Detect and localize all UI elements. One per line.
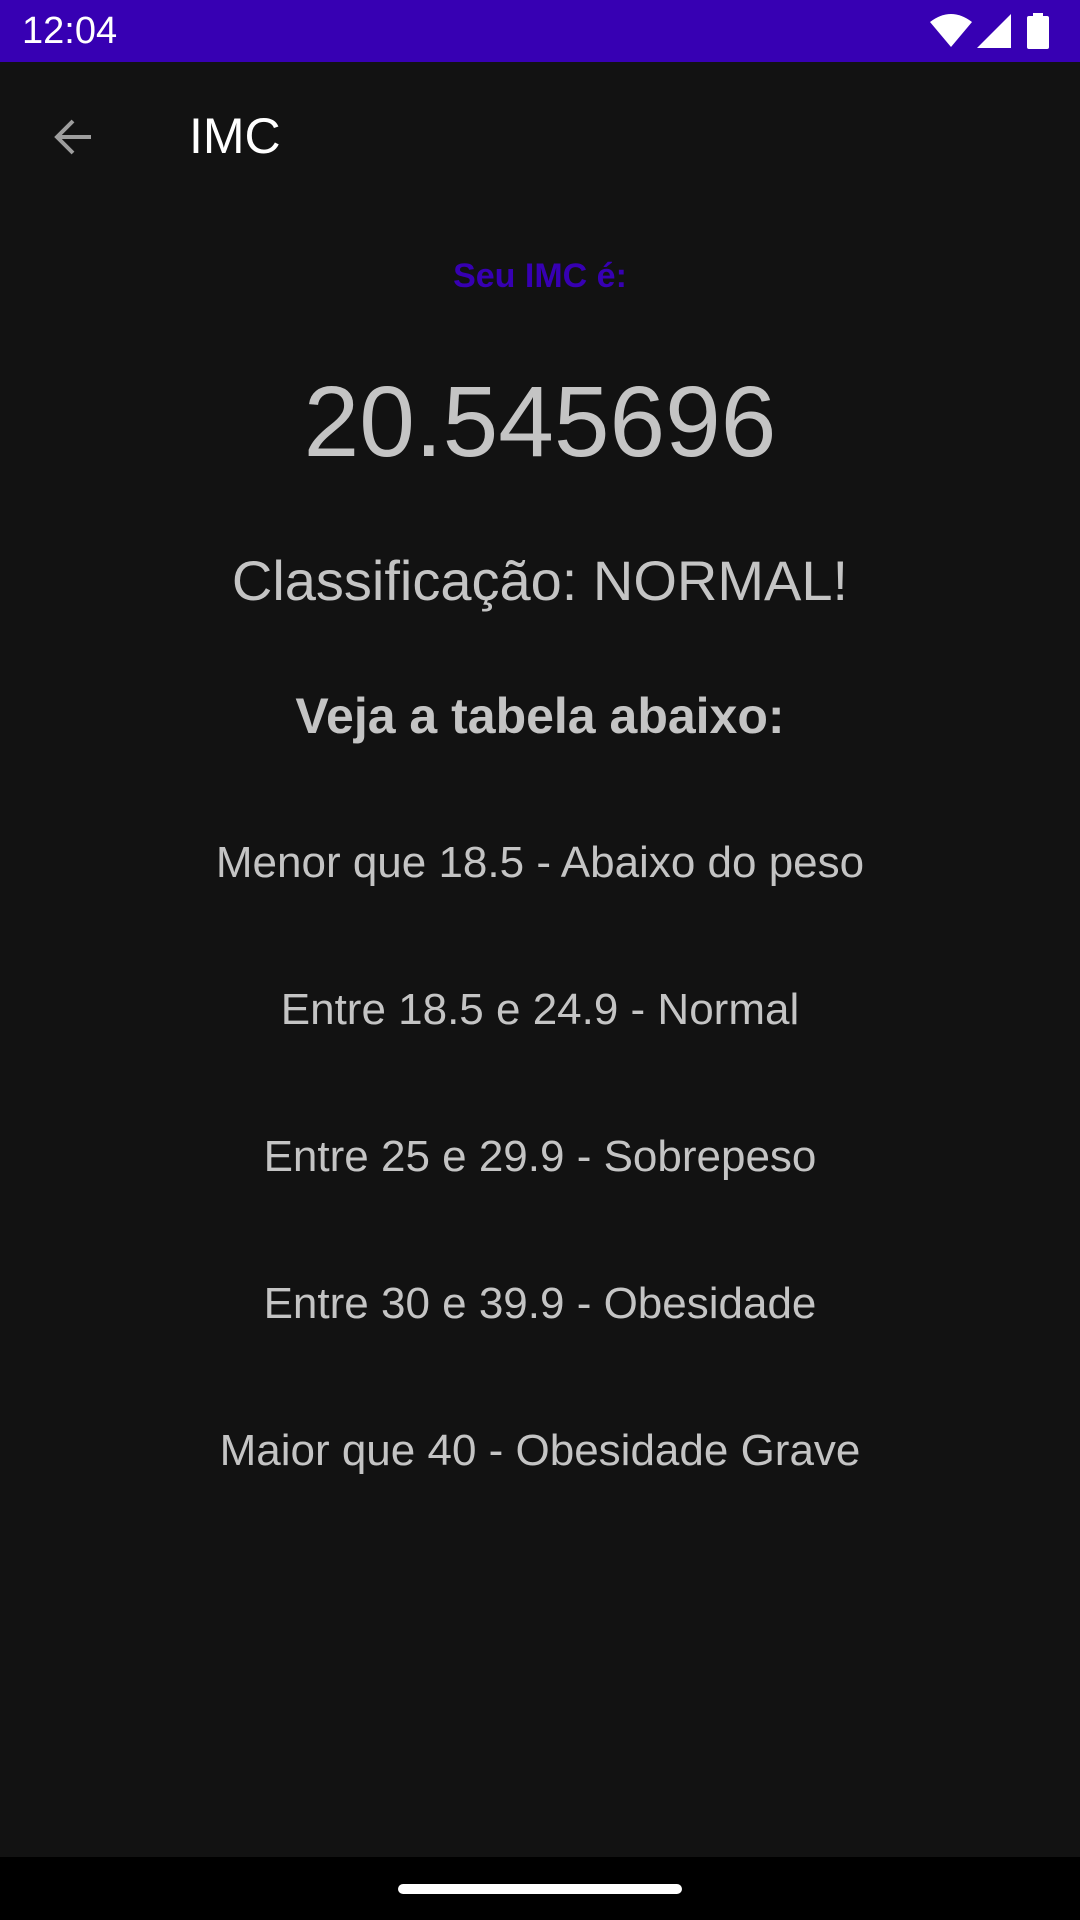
- imc-value: 20.545696: [303, 366, 777, 478]
- imc-label: Seu IMC é:: [453, 257, 627, 295]
- table-heading: Veja a tabela abaixo:: [295, 688, 785, 744]
- signal-icon: [977, 14, 1011, 48]
- table-row: Entre 18.5 e 24.9 - Normal: [280, 985, 800, 1034]
- table-row: Menor que 18.5 - Abaixo do peso: [215, 838, 865, 887]
- navigation-bar: [0, 1857, 1080, 1920]
- wifi-icon: [930, 14, 972, 47]
- table-row: Maior que 40 - Obesidade Grave: [219, 1426, 861, 1475]
- back-button[interactable]: [34, 98, 112, 176]
- app-toolbar: IMC: [0, 62, 1080, 212]
- battery-icon: [1027, 13, 1049, 49]
- app-title: IMC: [189, 108, 281, 164]
- table-row: Entre 30 e 39.9 - Obesidade: [263, 1279, 817, 1328]
- status-bar: 12:04: [0, 0, 1080, 62]
- status-time: 12:04: [22, 10, 118, 52]
- home-indicator[interactable]: [398, 1884, 682, 1894]
- arrow-back-icon: [54, 119, 91, 155]
- status-icons: [880, 0, 1080, 62]
- table-row: Entre 25 e 29.9 - Sobrepeso: [263, 1132, 817, 1181]
- imc-table: Menor que 18.5 - Abaixo do peso Entre 18…: [0, 836, 1080, 1571]
- classification-text: Classificação: NORMAL!: [231, 549, 849, 612]
